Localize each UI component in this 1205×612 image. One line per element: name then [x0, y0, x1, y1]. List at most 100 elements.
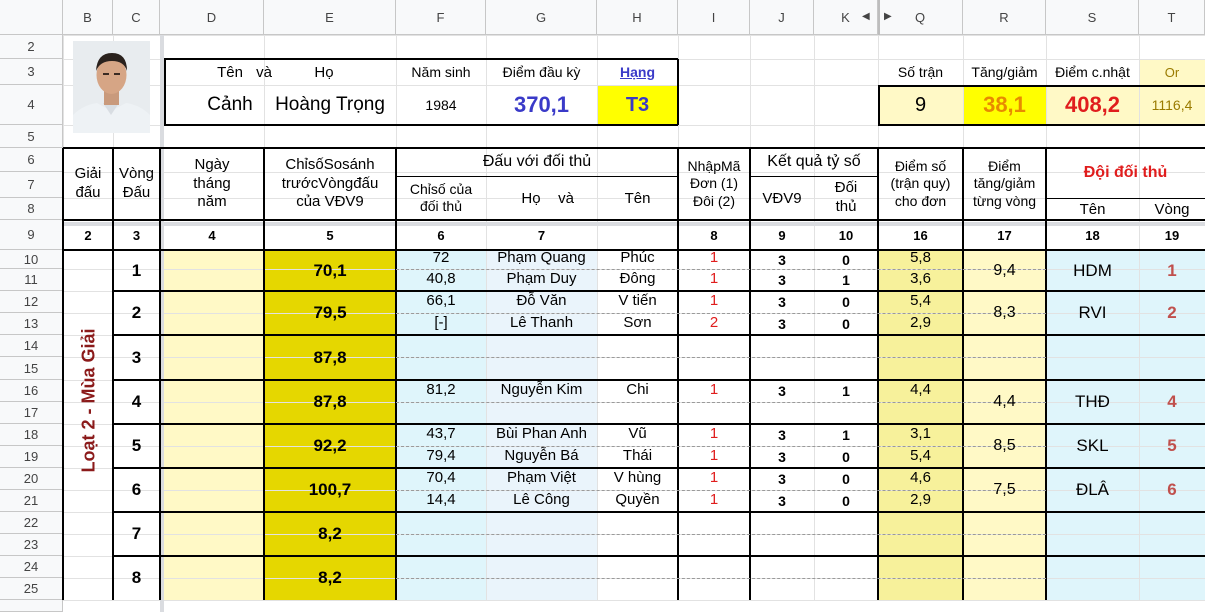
round-delta [963, 512, 1046, 556]
opp-team-round: 5 [1167, 436, 1177, 455]
header-delta: Điểm tăng/giảm từng vòng [963, 148, 1046, 220]
score-opponent: 0 [842, 449, 850, 465]
change-value: 38,1 [983, 92, 1026, 117]
header-result: Kết quả tỷ số [767, 153, 861, 170]
match-points: 4,6 [910, 468, 931, 486]
entry-code: 2 [709, 313, 719, 331]
header-delta-line: tăng/giảm [973, 175, 1036, 192]
round-delta: 8,3 [993, 304, 1016, 321]
opp-surname: Lê Công [513, 490, 570, 508]
opp-surname: Lê Thanh [509, 313, 574, 331]
opp-team-round [1139, 512, 1205, 556]
entry-code: 1 [709, 291, 719, 309]
score-vdv9: 3 [778, 251, 786, 268]
compare-score: 87,8 [313, 392, 347, 411]
header-points-line: cho đơn [894, 192, 947, 209]
score-opponent: 0 [842, 316, 850, 332]
score-vdv9: 3 [778, 427, 786, 443]
grid-hline [63, 600, 1205, 601]
opp-team-name: HDM [1073, 260, 1112, 280]
opp-name: Thái [622, 446, 653, 464]
and-label: và [256, 63, 272, 81]
opp-surname: Phạm Duy [506, 269, 577, 287]
header-opp-index: Chỉsố của đối thủ [396, 176, 486, 220]
score-opponent: 0 [842, 471, 850, 487]
compare-score: 87,8 [313, 347, 347, 367]
opp-surname: Nguyễn Bá [504, 446, 579, 464]
header-opponent-line: thủ [835, 198, 857, 215]
score-opponent: 1 [842, 427, 850, 443]
column-number: 18 [1085, 227, 1100, 243]
opp-team-name: ĐLÂ [1075, 480, 1110, 499]
score-opponent: 0 [842, 294, 850, 310]
surname-label: Họ [314, 63, 334, 81]
start-score-value: 370,1 [513, 92, 570, 117]
header-compare-line: của VĐV9 [296, 193, 364, 211]
entry-code: 1 [709, 490, 719, 508]
opp-team-round: 6 [1167, 480, 1177, 499]
header-date-line: tháng [193, 174, 231, 192]
opp-index: 79,4 [426, 446, 456, 464]
header-opponent-line: Đối [834, 179, 858, 197]
score-vdv9: 3 [778, 493, 786, 509]
header-tournament: Giải đấu [63, 148, 113, 220]
opp-name: Đông [619, 269, 656, 287]
opp-index: 70,4 [426, 468, 456, 486]
header-points: Điểm số (trận quy) cho đơn [878, 148, 963, 220]
opp-name: Chi [626, 380, 649, 398]
entry-code: 1 [709, 269, 719, 287]
column-number: 10 [838, 227, 854, 243]
opp-name: Quyền [615, 490, 660, 508]
rank-label: Hạng [620, 64, 655, 80]
header-tournament-line: đấu [75, 184, 101, 201]
player-box-left [164, 59, 166, 125]
opp-team-name: SKL [1076, 436, 1109, 455]
round-number: 5 [131, 436, 142, 455]
matches-value: 9 [914, 93, 927, 116]
round-delta: 9,4 [993, 261, 1016, 279]
updated-value: 408,2 [1064, 92, 1121, 117]
round-delta: 8,5 [993, 437, 1016, 454]
sheet-grid[interactable]: Tên và Họ Cảnh Hoàng Trọng Năm sinh 1984 Điểm đ… [0, 0, 1205, 612]
opp-surname: Bùi Phan Anh [496, 424, 587, 442]
column-number: 3 [132, 227, 141, 243]
opp-team-round: 4 [1167, 392, 1177, 411]
header-round-line: Vòng [118, 165, 155, 183]
header-round-line: Đấu [122, 184, 151, 201]
round-number: 8 [131, 568, 142, 587]
match-row-divider [396, 402, 1046, 403]
header-tournament-line: Giải [74, 165, 102, 183]
score-vdv9: 3 [778, 383, 786, 399]
header-opponent: Đối thủ [814, 176, 878, 220]
season-label-text: Loạt 2 - Mùa Giải [78, 327, 99, 473]
match-points: 3,6 [910, 269, 931, 287]
column-number: 2 [84, 227, 92, 243]
header-entry-line: NhậpMã [687, 157, 741, 174]
opp-team-name [1046, 512, 1139, 556]
entry-code: 1 [709, 249, 719, 266]
change-label: Tăng/giảm [971, 64, 1038, 80]
header-opp-index-line: đối thủ [419, 198, 463, 214]
header-opp-index-line: Chỉsố của [409, 180, 473, 197]
opp-team-round: 2 [1167, 303, 1177, 322]
or-value: 1116,4 [1151, 97, 1193, 113]
entry-code: 1 [709, 380, 719, 398]
compare-score: 92,2 [313, 436, 347, 455]
header-ho: Họ [521, 189, 541, 207]
score-opponent: 0 [842, 493, 850, 509]
header-opp-team: Đội đối thủ [1083, 164, 1168, 181]
opp-name: V tiến [618, 291, 657, 309]
entry-code: 1 [709, 468, 719, 486]
updated-label: Điểm c.nhật [1055, 64, 1130, 80]
match-points: 2,9 [910, 490, 931, 508]
round-delta [963, 556, 1046, 600]
score-vdv9: 3 [778, 471, 786, 487]
header-date-line: năm [197, 193, 227, 211]
match-points: 5,4 [910, 446, 931, 464]
header-vs-opponent: Đấu với đối thủ [482, 153, 592, 170]
round-number: 3 [131, 347, 142, 367]
round-delta: 4,4 [993, 393, 1016, 410]
header-compare-line: trướcVòngđấu [281, 174, 379, 192]
opp-surname: Phạm Quang [497, 249, 586, 266]
opp-team-name [1046, 556, 1139, 600]
